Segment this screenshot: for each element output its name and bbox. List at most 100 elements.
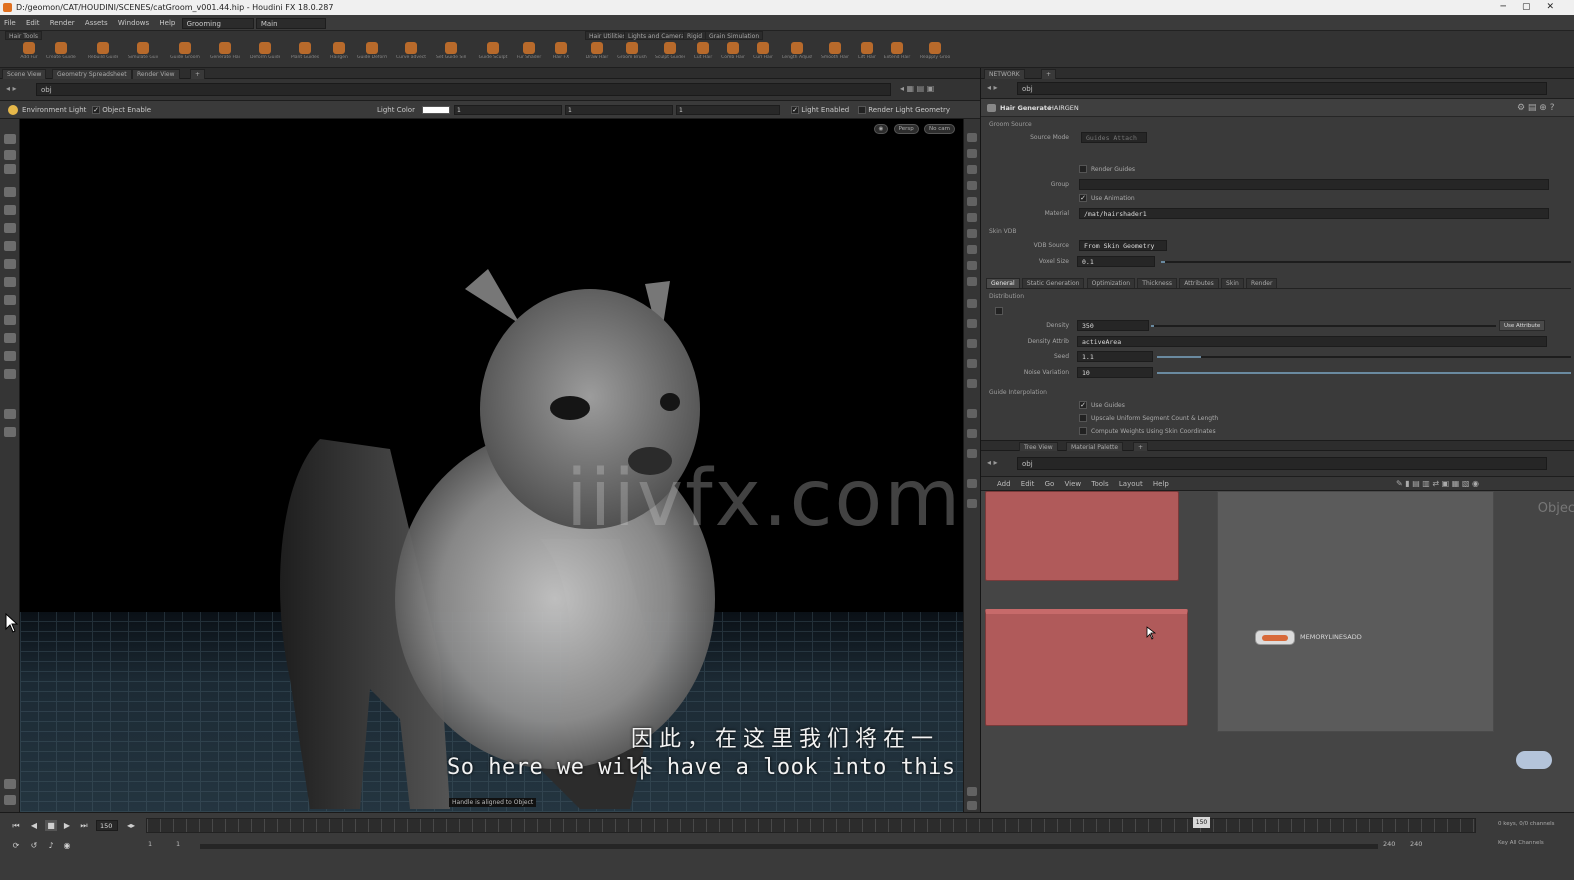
net-menu-add[interactable]: Add: [993, 477, 1015, 491]
menu-file[interactable]: File: [0, 15, 20, 31]
handles-tool-icon[interactable]: [4, 369, 16, 379]
scale-tool-icon[interactable]: [4, 223, 16, 233]
net-menu-edit[interactable]: Edit: [1017, 477, 1039, 491]
tool-hairgen[interactable]: Hairgen: [324, 42, 354, 66]
tool-sculpt-guides[interactable]: Sculpt Guides: [655, 42, 685, 66]
tool-generate-hair[interactable]: Generate Hair: [210, 42, 240, 66]
viewport-camera-icon[interactable]: ◉: [873, 124, 889, 134]
noise-variation-slider[interactable]: [1157, 372, 1571, 374]
range-start-2[interactable]: 1: [176, 840, 180, 848]
tab-scene-view[interactable]: Scene View: [2, 69, 47, 79]
render-light-geo-toggle[interactable]: Render Light Geometry: [858, 101, 950, 119]
tool-guide-groom[interactable]: Guide Groom: [170, 42, 200, 66]
display-options-icon[interactable]: [4, 427, 16, 437]
display-option-icon[interactable]: [967, 149, 977, 158]
path-tools-icon[interactable]: ◂ ▦ ▤ ▣: [900, 84, 934, 93]
display-option-icon[interactable]: [967, 261, 977, 270]
display-option-icon[interactable]: [967, 409, 977, 418]
tool-create-guides[interactable]: Create Guides: [46, 42, 76, 66]
lightbulb-icon[interactable]: [1516, 751, 1552, 769]
distribution-checkbox[interactable]: [995, 307, 1003, 315]
use-attribute-button[interactable]: Use Attribute: [1499, 320, 1546, 331]
density-slider[interactable]: [1151, 325, 1496, 327]
key-all-channels[interactable]: Key All Channels: [1498, 840, 1544, 846]
ptab-skin[interactable]: Skin: [1221, 278, 1244, 288]
net-menu-view[interactable]: View: [1061, 477, 1086, 491]
add-tab-button[interactable]: +: [1041, 69, 1057, 79]
snap-tool-icon[interactable]: [4, 315, 16, 325]
tool-smooth-hair[interactable]: Smooth Hair: [820, 42, 850, 66]
tool-extend-hair[interactable]: Extend Hair: [882, 42, 912, 66]
tool-curl-hair[interactable]: Curl Hair: [748, 42, 778, 66]
tool-deform-guides[interactable]: Deform Guides: [250, 42, 280, 66]
tab-render-view[interactable]: Render View: [132, 69, 180, 79]
lock-icon[interactable]: [967, 165, 977, 174]
range-slider[interactable]: [200, 844, 1378, 849]
range-start[interactable]: 1: [148, 840, 152, 848]
rotate-tool-icon[interactable]: [4, 205, 16, 215]
render-region-icon[interactable]: [4, 409, 16, 419]
noise-variation-field[interactable]: 10: [1077, 367, 1153, 378]
display-option-icon[interactable]: [967, 213, 977, 222]
menu-edit[interactable]: Edit: [22, 15, 44, 31]
display-option-icon[interactable]: [967, 787, 977, 796]
timeline-cursor[interactable]: 150: [1193, 817, 1210, 828]
tool-fur-shader[interactable]: Fur Shader: [514, 42, 544, 66]
tool-rebuild-guides[interactable]: Rebuild Guides: [88, 42, 118, 66]
select-tool-icon[interactable]: [4, 134, 16, 144]
scene-viewport[interactable]: ◉ Persp No cam iiivfx.com 因此，在这里我们将在一个 S…: [20, 119, 963, 812]
display-option-icon[interactable]: [967, 499, 977, 508]
tool-guide-sculpt[interactable]: Guide Sculpt: [478, 42, 508, 66]
ptab-attributes[interactable]: Attributes: [1179, 278, 1219, 288]
light-color-swatch[interactable]: [422, 106, 450, 114]
light-color-b[interactable]: 1: [676, 105, 780, 115]
display-option-icon[interactable]: [967, 197, 977, 206]
ptab-optimization[interactable]: Optimization: [1086, 278, 1136, 288]
tool-curve-advect[interactable]: Curve advect: [396, 42, 426, 66]
tool-groom-brush[interactable]: Groom Brush: [617, 42, 647, 66]
frame-step-icon[interactable]: ◂▸: [125, 820, 137, 831]
light-enabled-toggle[interactable]: ✓ Light Enabled: [791, 101, 849, 119]
tool-hair-fx[interactable]: Hair FX: [546, 42, 576, 66]
jump-end-icon[interactable]: ⏭: [78, 820, 90, 831]
pose-tool-icon[interactable]: [4, 150, 16, 160]
tab-geometry-spreadsheet[interactable]: Geometry Spreadsheet: [52, 69, 132, 79]
group-field[interactable]: [1079, 179, 1549, 190]
audio-icon[interactable]: ♪: [45, 840, 57, 851]
source-mode-dropdown[interactable]: Guides Attach: [1081, 132, 1147, 143]
display-option-icon[interactable]: [967, 359, 977, 368]
view-tool-icon[interactable]: [4, 277, 16, 287]
handle-tool-icon[interactable]: [4, 164, 16, 174]
network-toolbar-icons[interactable]: ✎ ▮ ▤ ▥ ⇄ ▣ ▦ ▧ ◉: [1396, 477, 1479, 491]
scene-path-field[interactable]: obj: [36, 83, 891, 96]
realtime-toggle-icon[interactable]: ⟳: [10, 840, 22, 851]
network-box-1[interactable]: [985, 491, 1179, 581]
display-option-icon[interactable]: [967, 339, 977, 348]
memorylinesadd-node[interactable]: [1255, 630, 1295, 645]
timeline-bar[interactable]: [146, 818, 1476, 833]
shelf-tab-lights-cameras[interactable]: Lights and Cameras: [624, 31, 692, 40]
tool-lift-hair[interactable]: Lift Hair: [852, 42, 882, 66]
ptab-thickness[interactable]: Thickness: [1137, 278, 1177, 288]
tool-guide-simulation[interactable]: Set Guide Simulation: [436, 42, 466, 66]
ptab-render[interactable]: Render: [1246, 278, 1278, 288]
use-guides-checkbox[interactable]: ✓: [1079, 401, 1087, 409]
stop-icon[interactable]: ■: [45, 820, 57, 831]
jump-start-icon[interactable]: ⏮: [10, 820, 22, 831]
gear-icon[interactable]: ⚙ ▤ ⊕ ?: [1517, 99, 1554, 117]
light-color-r[interactable]: 1: [454, 105, 562, 115]
magnet-tool-icon[interactable]: [4, 333, 16, 343]
net-menu-go[interactable]: Go: [1041, 477, 1059, 491]
range-end-2[interactable]: 240: [1410, 840, 1422, 848]
menu-assets[interactable]: Assets: [81, 15, 112, 31]
net-menu-help[interactable]: Help: [1149, 477, 1173, 491]
display-option-icon[interactable]: [967, 379, 977, 388]
param-path-field[interactable]: obj: [1017, 82, 1547, 95]
voxel-size-field[interactable]: 0.1: [1077, 256, 1155, 267]
camera-menu[interactable]: No cam: [924, 124, 955, 134]
display-option-icon[interactable]: [967, 181, 977, 190]
menu-render[interactable]: Render: [46, 15, 79, 31]
range-end[interactable]: 240: [1383, 840, 1395, 848]
display-option-icon[interactable]: [967, 277, 977, 286]
back-arrow-icon[interactable]: ◂ ▸: [6, 84, 17, 93]
